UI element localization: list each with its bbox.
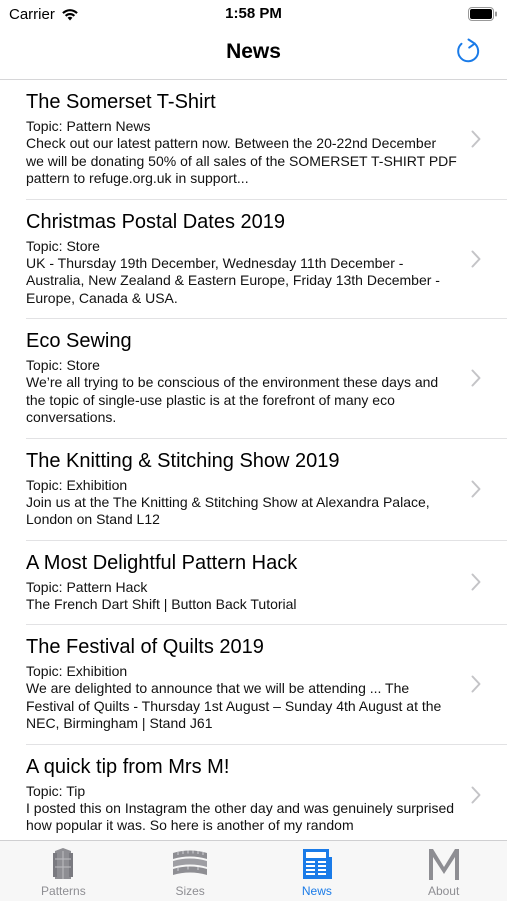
tape-measure-icon bbox=[173, 850, 208, 875]
news-title: A Most Delightful Pattern Hack bbox=[26, 551, 298, 574]
news-summary: UK - Thursday 19th December, Wednesday 1… bbox=[26, 254, 440, 306]
m-logo-icon bbox=[428, 849, 459, 880]
navigation-bar: News bbox=[0, 28, 507, 80]
news-item-pattern-hack[interactable]: A Most Delightful Pattern Hack Topic: Pa… bbox=[26, 541, 507, 625]
tab-label: About bbox=[427, 884, 460, 898]
news-title: The Festival of Quilts 2019 bbox=[26, 636, 264, 658]
news-title: The Somerset T-Shirt bbox=[26, 91, 216, 113]
news-summary: The French Dart Shift | Button Back Tuto… bbox=[26, 595, 297, 612]
chevron-right-icon bbox=[471, 369, 481, 387]
news-summary: Check out our latest pattern now. Betwee… bbox=[26, 135, 457, 186]
tab-sizes[interactable]: Sizes bbox=[127, 841, 254, 901]
tab-patterns[interactable]: Patterns bbox=[0, 841, 127, 901]
news-summary: Join us at the The Knitting & Stitching … bbox=[26, 493, 430, 528]
news-title: The Knitting & Stitching Show 2019 bbox=[26, 449, 340, 472]
news-item-christmas-postal-dates[interactable]: Christmas Postal Dates 2019 Topic: Store… bbox=[26, 200, 507, 319]
chevron-right-icon bbox=[471, 480, 481, 498]
news-title: Eco Sewing bbox=[26, 330, 132, 352]
news-title: Christmas Postal Dates 2019 bbox=[26, 210, 286, 233]
chevron-right-icon bbox=[471, 130, 481, 148]
news-item-knitting-stitching-show[interactable]: The Knitting & Stitching Show 2019 Topic… bbox=[26, 439, 507, 541]
news-item-somerset-t-shirt[interactable]: The Somerset T-Shirt Topic: Pattern News… bbox=[26, 80, 507, 200]
news-item-quick-tip[interactable]: A quick tip from Mrs M! Topic: Tip I pos… bbox=[26, 745, 507, 841]
newspaper-icon bbox=[302, 849, 332, 879]
news-topic: Topic: Exhibition bbox=[26, 476, 128, 493]
chevron-right-icon bbox=[471, 786, 481, 804]
news-topic: Topic: Store bbox=[26, 237, 100, 254]
news-topic: Topic: Store bbox=[26, 357, 100, 373]
status-time: 1:58 PM bbox=[225, 5, 282, 22]
news-title: A quick tip from Mrs M! bbox=[26, 755, 230, 778]
page-title: News bbox=[226, 40, 281, 63]
tab-bar: Patterns Sizes News About bbox=[0, 840, 507, 901]
news-item-eco-sewing[interactable]: Eco Sewing Topic: Store We’re all trying… bbox=[26, 319, 507, 439]
patterns-icon bbox=[53, 848, 74, 879]
status-bar: Carrier 1:58 PM bbox=[0, 0, 507, 28]
tab-news[interactable]: News bbox=[254, 841, 381, 901]
tab-label: Sizes bbox=[175, 884, 205, 898]
chevron-right-icon bbox=[471, 250, 481, 268]
refresh-icon[interactable] bbox=[453, 36, 483, 66]
news-summary: I posted this on Instagram the other day… bbox=[26, 799, 455, 834]
news-item-festival-of-quilts[interactable]: The Festival of Quilts 2019 Topic: Exhib… bbox=[26, 625, 507, 745]
tab-about[interactable]: About bbox=[380, 841, 507, 901]
chevron-right-icon bbox=[471, 573, 481, 591]
news-topic: Topic: Tip bbox=[26, 782, 86, 799]
news-topic: Topic: Pattern News bbox=[26, 118, 151, 134]
news-summary: We’re all trying to be conscious of the … bbox=[26, 374, 439, 425]
news-list[interactable]: The Somerset T-Shirt Topic: Pattern News… bbox=[0, 80, 507, 840]
tab-label: News bbox=[301, 884, 332, 898]
news-summary: We are delighted to announce that we wil… bbox=[26, 680, 442, 731]
news-topic: Topic: Pattern Hack bbox=[26, 578, 148, 595]
news-topic: Topic: Exhibition bbox=[26, 663, 128, 679]
chevron-right-icon bbox=[471, 675, 481, 693]
tab-label: Patterns bbox=[41, 884, 86, 898]
